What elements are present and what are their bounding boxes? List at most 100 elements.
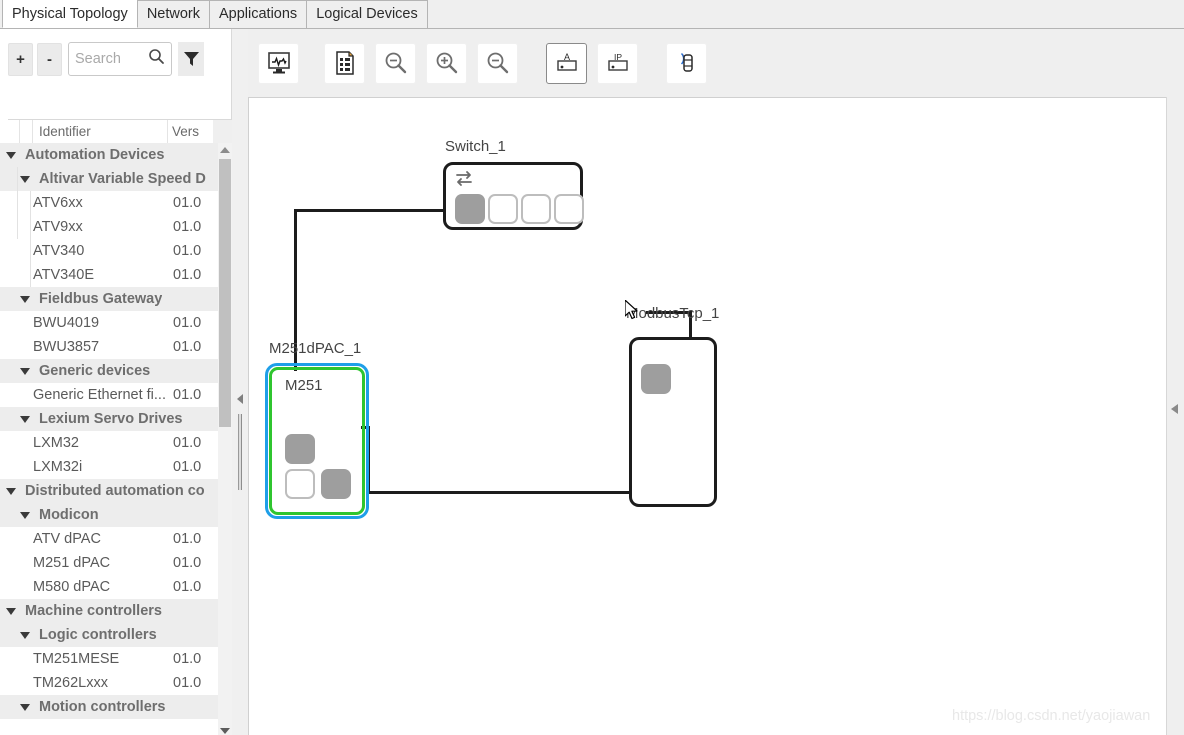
chevron-down-icon[interactable]	[20, 415, 30, 423]
node-label-m251: M251dPAC_1	[269, 340, 362, 357]
chevron-down-icon[interactable]	[20, 511, 30, 519]
catalog-device-row[interactable]: TM251MESE 01.0	[0, 647, 218, 671]
zoom-fit-icon[interactable]	[375, 42, 416, 84]
catalog-device-label: ATV340E	[33, 267, 94, 283]
device-node-switch[interactable]	[443, 162, 584, 230]
chevron-down-icon[interactable]	[20, 703, 30, 711]
chevron-down-icon[interactable]	[20, 175, 30, 183]
device-node-modbus[interactable]	[629, 337, 717, 507]
device-node-m251[interactable]: M251	[273, 371, 361, 511]
switch-port-4[interactable]	[554, 194, 584, 224]
splitter-grip[interactable]	[238, 414, 242, 490]
device-catalog-tree[interactable]: Automation Devices Altivar Variable Speed…	[0, 143, 218, 735]
tab-logical-devices[interactable]: Logical Devices	[306, 0, 428, 28]
catalog-device-label: BWU3857	[33, 339, 100, 355]
scan-network-icon[interactable]	[666, 42, 707, 84]
header-corner	[213, 120, 232, 143]
catalog-device-version: 01.0	[173, 195, 202, 211]
zoom-out-icon[interactable]	[477, 42, 518, 84]
funnel-icon[interactable]	[178, 42, 204, 76]
catalog-device-row[interactable]: ATV340E 01.0	[0, 263, 218, 287]
catalog-device-row[interactable]: LXM32 01.0	[0, 431, 218, 455]
catalog-group-row[interactable]: Modicon	[0, 503, 218, 527]
catalog-group-row[interactable]: Motion controllers	[0, 695, 218, 719]
collapse-right-panel-icon[interactable]	[1171, 404, 1178, 414]
chevron-down-icon[interactable]	[20, 631, 30, 639]
report-document-icon[interactable]	[324, 42, 365, 84]
catalog-row-list: Automation Devices Altivar Variable Speed…	[0, 143, 218, 719]
monitor-diagnostics-icon[interactable]	[258, 42, 299, 84]
catalog-device-row[interactable]: Generic Ethernet fi... 01.0	[0, 383, 218, 407]
switch-port-2[interactable]	[488, 194, 518, 224]
catalog-group-row[interactable]: Distributed automation co	[0, 479, 218, 503]
tab-network[interactable]: Network	[136, 0, 210, 28]
main-tab-bar: Physical Topology Network Applications L…	[0, 0, 1184, 29]
catalog-group-label: Machine controllers	[25, 603, 162, 619]
catalog-device-version: 01.0	[173, 675, 202, 691]
catalog-group-row[interactable]: Machine controllers	[0, 599, 218, 623]
catalog-group-row[interactable]: Logic controllers	[0, 623, 218, 647]
catalog-device-version: 01.0	[173, 435, 202, 451]
column-header-identifier[interactable]: Identifier	[33, 120, 168, 143]
add-device-button[interactable]: +	[8, 42, 33, 76]
catalog-vertical-scrollbar[interactable]	[218, 143, 232, 735]
catalog-device-label: ATV6xx	[33, 195, 83, 211]
chevron-down-icon[interactable]	[20, 295, 30, 303]
catalog-device-row[interactable]: BWU3857 01.0	[0, 335, 218, 359]
modbus-port-1[interactable]	[641, 364, 671, 394]
catalog-group-row[interactable]: Altivar Variable Speed D	[0, 167, 218, 191]
right-collapse-strip[interactable]	[1166, 97, 1184, 735]
tab-applications[interactable]: Applications	[209, 0, 308, 28]
switch-port-3[interactable]	[521, 194, 551, 224]
collapse-left-panel-icon[interactable]	[237, 394, 243, 404]
show-device-alias-icon[interactable]: A	[546, 42, 587, 84]
catalog-device-version: 01.0	[173, 243, 202, 259]
topology-toolbar: A IP	[248, 29, 1184, 97]
zoom-in-icon[interactable]	[426, 42, 467, 84]
catalog-device-row[interactable]: BWU4019 01.0	[0, 311, 218, 335]
column-header-version[interactable]: Vers	[168, 120, 213, 143]
catalog-group-label: Generic devices	[39, 363, 151, 379]
catalog-device-version: 01.0	[173, 339, 202, 355]
remove-device-button[interactable]: -	[37, 42, 62, 76]
chevron-down-icon[interactable]	[20, 367, 30, 375]
catalog-device-row[interactable]: ATV340 01.0	[0, 239, 218, 263]
chevron-down-icon[interactable]	[6, 151, 16, 159]
catalog-group-row[interactable]: Lexium Servo Drives	[0, 407, 218, 431]
catalog-group-row[interactable]: Generic devices	[0, 359, 218, 383]
catalog-device-row[interactable]: LXM32i 01.0	[0, 455, 218, 479]
catalog-group-label: Motion controllers	[39, 699, 166, 715]
catalog-device-label: TM251MESE	[33, 651, 120, 667]
catalog-group-row[interactable]: Fieldbus Gateway	[0, 287, 218, 311]
magnifier-icon	[148, 48, 165, 70]
catalog-group-row[interactable]: Automation Devices	[0, 143, 218, 167]
vertical-scrollbar-thumb[interactable]	[219, 159, 231, 427]
catalog-device-row[interactable]: ATV9xx 01.0	[0, 215, 218, 239]
m251-port-1[interactable]	[285, 434, 315, 464]
panel-splitter[interactable]	[232, 29, 248, 735]
catalog-device-version: 01.0	[173, 459, 202, 475]
catalog-group-label: Modicon	[39, 507, 99, 523]
catalog-device-row[interactable]: TM262Lxxx 01.0	[0, 671, 218, 695]
tab-physical-topology[interactable]: Physical Topology	[2, 0, 138, 28]
catalog-device-label: ATV340	[33, 243, 85, 259]
catalog-device-version: 01.0	[173, 579, 202, 595]
show-ip-address-icon[interactable]: IP	[597, 42, 638, 84]
m251-port-2[interactable]	[285, 469, 315, 499]
chevron-down-icon[interactable]	[6, 607, 16, 615]
search-input[interactable]: Search	[68, 42, 172, 76]
topology-canvas[interactable]: Switch_1 M251dPAC_1 M251 ModbusTcp_1	[248, 97, 1166, 735]
mouse-cursor	[624, 299, 641, 327]
switch-port-1[interactable]	[455, 194, 485, 224]
scroll-down-icon[interactable]	[218, 724, 232, 735]
catalog-device-row[interactable]: ATV dPAC 01.0	[0, 527, 218, 551]
chevron-down-icon[interactable]	[6, 487, 16, 495]
catalog-device-row[interactable]: ATV6xx 01.0	[0, 191, 218, 215]
catalog-device-row[interactable]: M251 dPAC 01.0	[0, 551, 218, 575]
catalog-device-row[interactable]: M580 dPAC 01.0	[0, 575, 218, 599]
catalog-group-label: Logic controllers	[39, 627, 157, 643]
scroll-up-icon[interactable]	[218, 143, 232, 157]
header-spacer-2	[20, 120, 33, 143]
device-catalog-panel: + - Search Identifier Vers Automation De…	[0, 29, 232, 735]
m251-port-3[interactable]	[321, 469, 351, 499]
